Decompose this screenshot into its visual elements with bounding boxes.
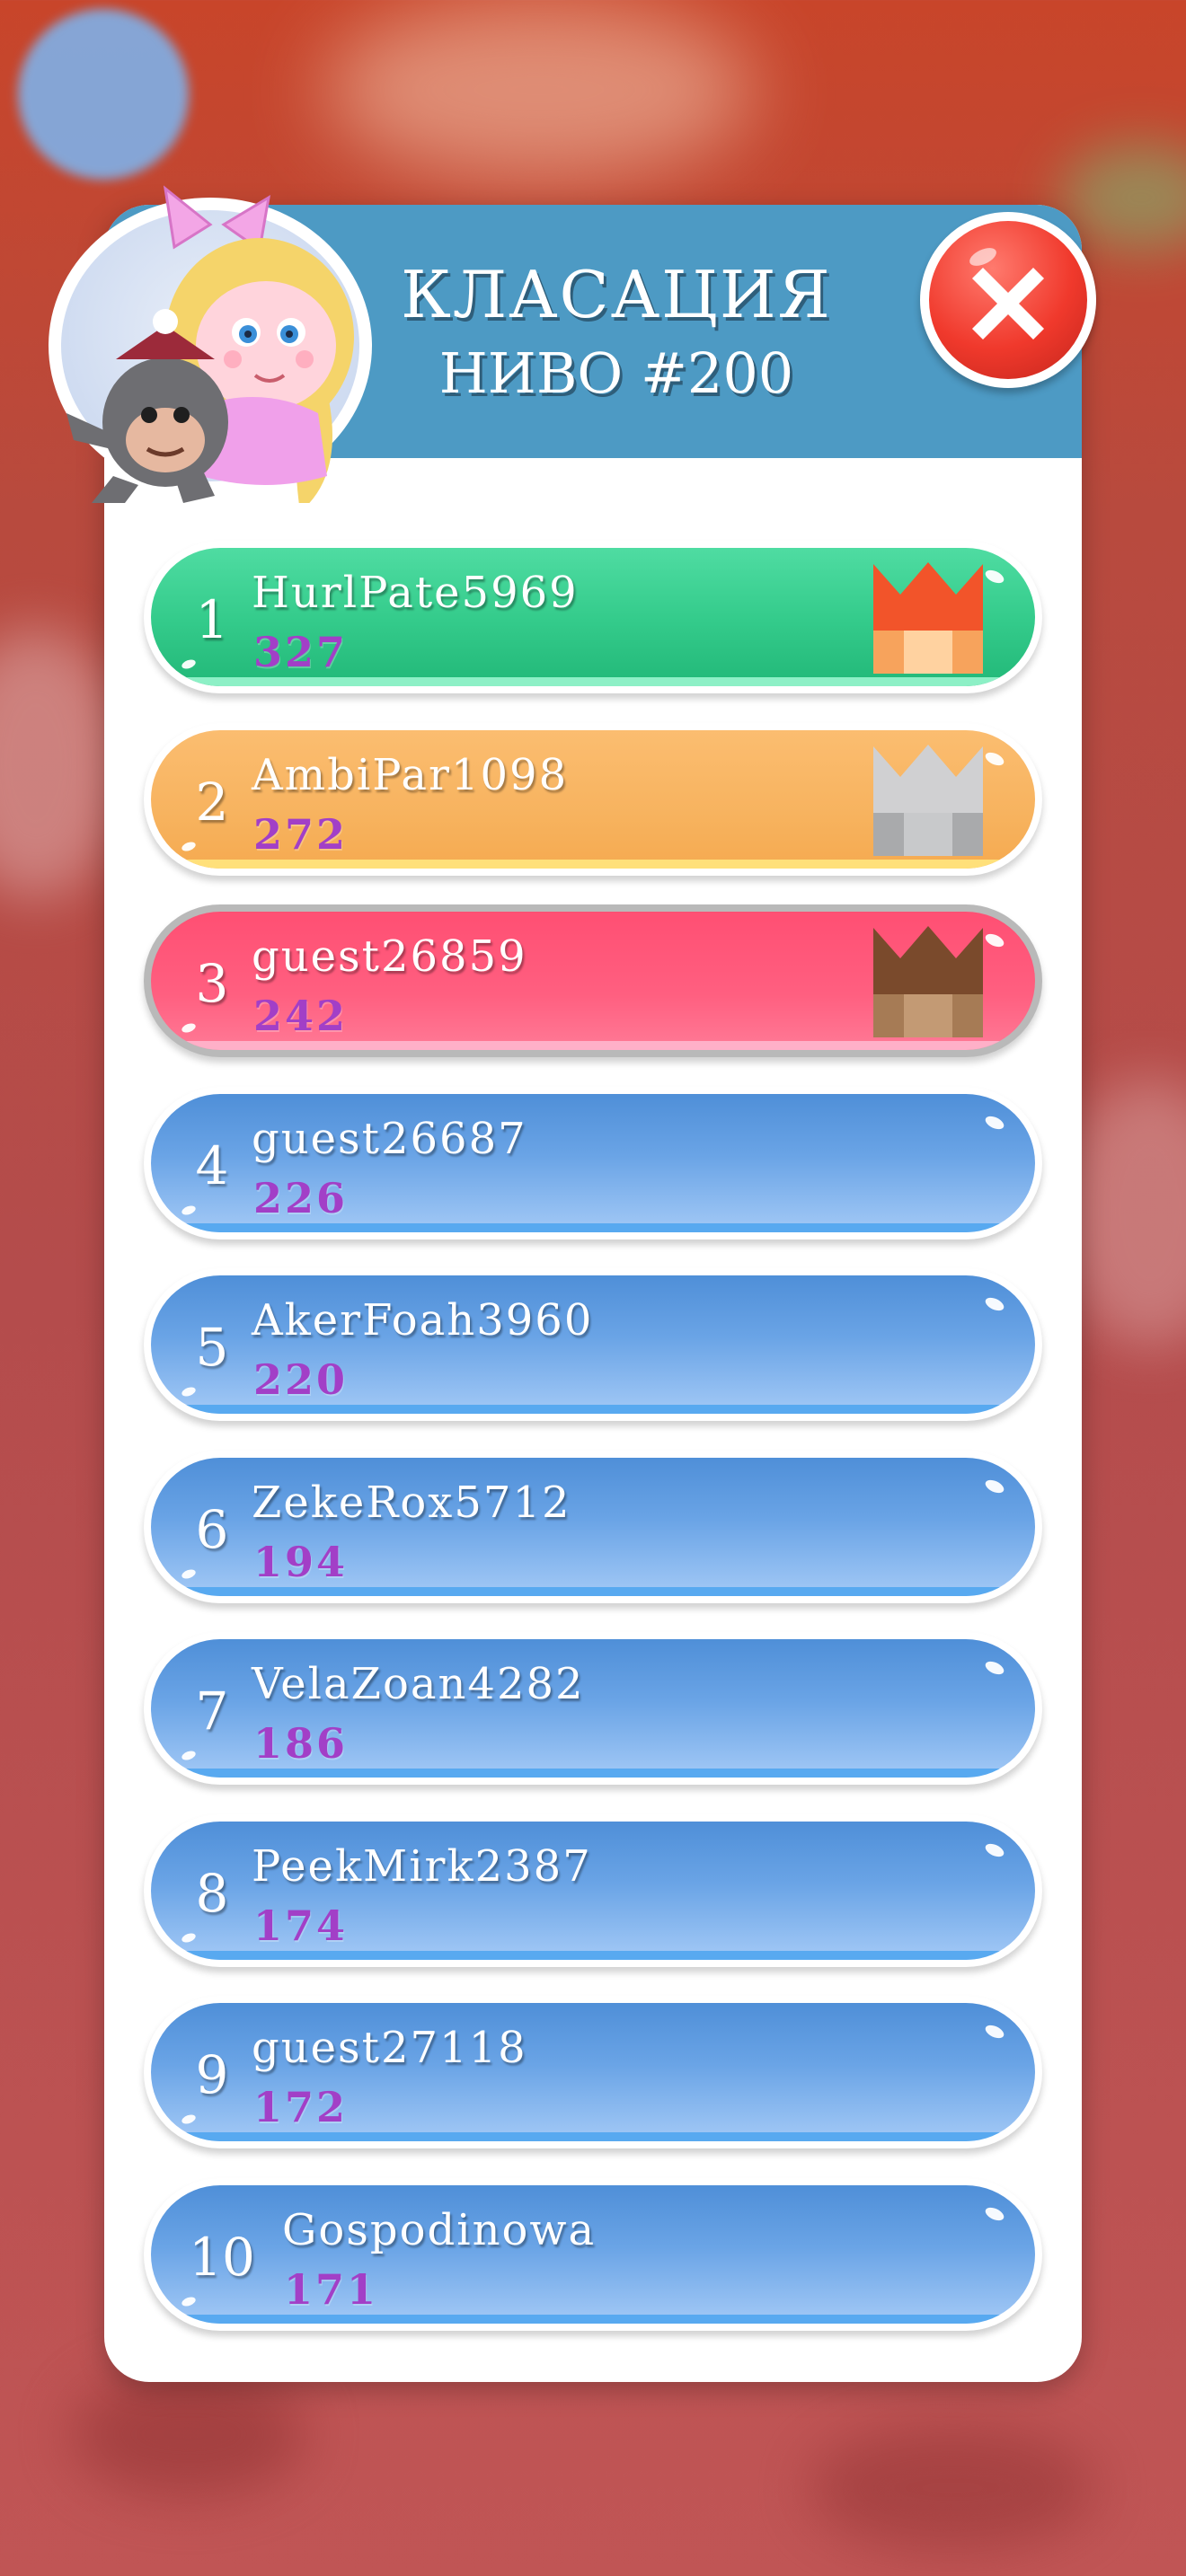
girl-with-monkey-avatar-icon: [66, 185, 354, 503]
leaderboard-row-pill: 9 guest27118 172: [151, 2003, 1035, 2141]
player-name: HurlPate5969: [252, 568, 579, 618]
rank-number: 3: [195, 953, 229, 1014]
leaderboard-row: 6 ZekeRox5712 194: [144, 1450, 1042, 1603]
level-subtitle: НИВО #200: [438, 340, 794, 406]
row-gloss-highlight: [180, 1204, 198, 1216]
leaderboard-row-pill: 3 guest26859 242: [151, 912, 1035, 1050]
rank-number: 10: [189, 2226, 255, 2288]
row-gloss-highlight: [180, 2295, 198, 2307]
background-blur-bottom-right: [809, 2425, 1096, 2551]
player-name: Gospodinowa: [282, 2204, 597, 2255]
row-gloss-highlight: [983, 931, 1006, 950]
rank-number: 5: [195, 1317, 229, 1378]
player-score: 174: [253, 1901, 349, 1950]
row-gloss-highlight: [180, 1021, 198, 1035]
leaderboard-row: 7 VelaZoan4282 186: [144, 1632, 1042, 1785]
leaderboard-row: 8 PeekMirk2387 174: [144, 1813, 1042, 1967]
row-gloss-highlight: [983, 567, 1006, 587]
leaderboard-row-pill: 4 guest26687 226: [151, 1093, 1035, 1232]
row-gloss-highlight: [983, 2022, 1006, 2042]
row-gloss-highlight: [983, 749, 1006, 768]
leaderboard-row-pill: 10 Gospodinowa 171: [151, 2184, 1035, 2324]
player-score: 226: [253, 1173, 349, 1222]
leaderboard-row: 9 guest27118 172: [144, 1996, 1042, 2148]
player-score: 186: [253, 1719, 349, 1768]
rank-number: 4: [195, 1134, 229, 1196]
leaderboard-row-pill: 8 PeekMirk2387 174: [151, 1821, 1035, 1960]
leaderboard-row: 1 HurlPate5969 327: [144, 541, 1042, 693]
leaderboard-row: 5 AkerFoah3960 220: [144, 1268, 1042, 1421]
row-gloss-highlight: [180, 1385, 198, 1398]
leaderboard-row-pill: 1 HurlPate5969 327: [151, 548, 1035, 686]
rank-number: 6: [195, 1498, 229, 1560]
player-name: guest26687: [252, 1113, 527, 1164]
rank-number: 7: [195, 1681, 229, 1742]
rank-number: 2: [195, 771, 229, 833]
player-name: PeekMirk2387: [252, 1840, 592, 1892]
close-button[interactable]: [920, 212, 1096, 388]
bronze-crown-icon: [873, 926, 983, 1037]
leaderboard-title: КЛАСАЦИЯ: [401, 257, 832, 332]
silver-crown-icon: [873, 744, 983, 856]
row-gloss-highlight: [983, 1658, 1006, 1678]
player-name: ZekeRox5712: [252, 1477, 571, 1528]
player-score: 220: [253, 1355, 349, 1404]
row-gloss-highlight: [180, 840, 198, 852]
leaderboard-row: 3 guest26859 242: [144, 904, 1042, 1057]
player-score: 242: [253, 992, 349, 1040]
player-score: 327: [253, 628, 349, 676]
row-gloss-highlight: [983, 1113, 1006, 1132]
player-name: guest26859: [252, 931, 527, 982]
row-gloss-highlight: [180, 657, 198, 671]
row-gloss-highlight: [983, 1294, 1006, 1314]
row-gloss-highlight: [983, 1840, 1006, 1859]
rank-number: 1: [195, 589, 229, 650]
leaderboard-row: 4 guest26687 226: [144, 1086, 1042, 1239]
leaderboard-row-pill: 7 VelaZoan4282 186: [151, 1639, 1035, 1778]
row-gloss-highlight: [180, 1567, 198, 1580]
player-name: AkerFoah3960: [252, 1295, 594, 1345]
leaderboard-row-pill: 5 AkerFoah3960 220: [151, 1275, 1035, 1414]
player-name: VelaZoan4282: [252, 1659, 585, 1709]
player-name: AmbiPar1098: [252, 749, 569, 800]
player-score: 272: [253, 809, 349, 859]
row-gloss-highlight: [180, 1749, 198, 1762]
leaderboard-row-pill: 6 ZekeRox5712 194: [151, 1457, 1035, 1596]
rank-number: 9: [195, 2044, 229, 2105]
row-gloss-highlight: [180, 1931, 198, 1944]
rank-number: 8: [195, 1862, 229, 1924]
player-avatar: [49, 185, 372, 503]
player-score: 171: [284, 2264, 379, 2314]
leaderboard-row-pill: 2 AmbiPar1098 272: [151, 729, 1035, 869]
player-name: guest27118: [252, 2023, 527, 2073]
leaderboard-row: 10 Gospodinowa 171: [144, 2177, 1042, 2331]
gold-crown-icon: [873, 562, 983, 674]
background-blur-bottom-left: [72, 2371, 305, 2497]
player-score: 194: [253, 1537, 349, 1586]
close-x-icon: [969, 248, 1044, 340]
row-gloss-highlight: [983, 2204, 1006, 2223]
row-gloss-highlight: [983, 1477, 1006, 1495]
row-gloss-highlight: [180, 2113, 198, 2126]
leaderboard-row: 2 AmbiPar1098 272: [144, 722, 1042, 876]
player-score: 172: [253, 2083, 349, 2131]
